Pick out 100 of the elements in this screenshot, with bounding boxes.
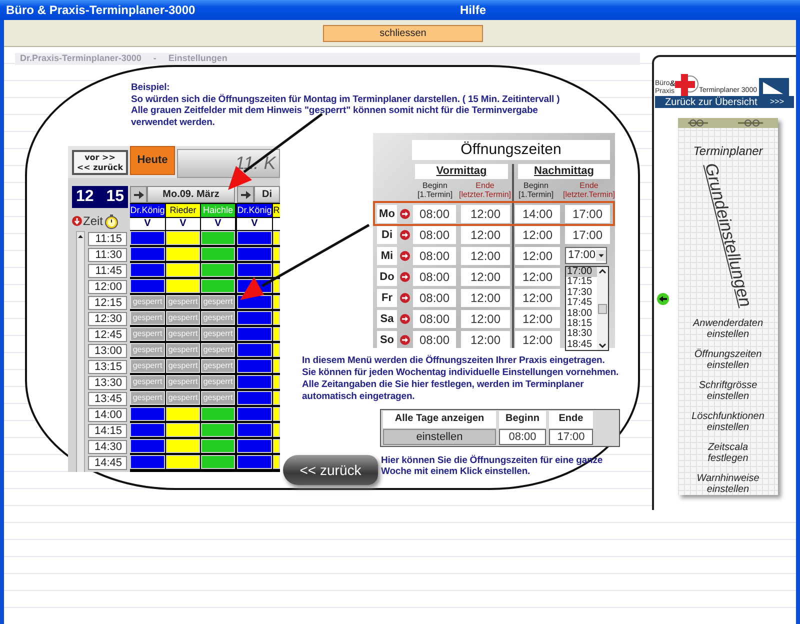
arrow-icon[interactable] bbox=[400, 292, 410, 302]
settings-link[interactable]: Anwenderdaten einstellen bbox=[692, 318, 764, 340]
time-field[interactable]: 08:00 bbox=[413, 226, 456, 244]
time-field[interactable]: 12:00 bbox=[515, 268, 560, 286]
down-arrow-icon[interactable] bbox=[72, 216, 82, 226]
time-slot[interactable] bbox=[237, 231, 272, 245]
time-cell: 13:45 bbox=[88, 392, 127, 406]
time-slot[interactable] bbox=[130, 263, 165, 277]
time-slot[interactable] bbox=[130, 439, 165, 453]
today-button[interactable]: Heute bbox=[130, 146, 175, 175]
dropdown-option[interactable]: 17:30 bbox=[566, 288, 597, 298]
time-slot[interactable] bbox=[237, 343, 272, 357]
arrow-icon[interactable] bbox=[400, 334, 410, 344]
time-slot[interactable] bbox=[130, 423, 165, 437]
time-field[interactable]: 12:00 bbox=[461, 330, 510, 348]
back-to-overview-link[interactable]: Zurück zur Übersicht >>> bbox=[655, 96, 794, 108]
time-slot[interactable] bbox=[130, 279, 165, 293]
time-field[interactable]: 08:00 bbox=[413, 268, 456, 286]
time-field[interactable]: 12:00 bbox=[461, 246, 510, 264]
time-slot[interactable] bbox=[130, 455, 165, 469]
arrow-icon[interactable] bbox=[400, 272, 410, 282]
dropdown-option[interactable]: 18:15 bbox=[566, 319, 597, 330]
time-field[interactable]: 08:00 bbox=[413, 246, 456, 264]
time-slot[interactable] bbox=[237, 311, 272, 325]
time-slot[interactable] bbox=[237, 359, 272, 373]
time-field[interactable]: 17:00 bbox=[565, 204, 610, 222]
day-header[interactable]: Mo.09. März bbox=[147, 186, 235, 203]
time-field[interactable]: 14:00 bbox=[515, 204, 560, 222]
dropdown-option[interactable]: 17:45 bbox=[566, 298, 597, 309]
time-slot[interactable] bbox=[130, 407, 165, 421]
time-slot[interactable] bbox=[237, 455, 272, 469]
settings-link[interactable]: Schriftgrösse einstellen bbox=[692, 380, 764, 402]
settings-link[interactable]: Warnhinweise einstellen bbox=[692, 473, 764, 495]
time-field[interactable]: 12:00 bbox=[515, 226, 560, 244]
scrollbar[interactable] bbox=[76, 231, 85, 472]
time-slot[interactable] bbox=[237, 423, 272, 437]
nav-button[interactable]: << zurück bbox=[74, 162, 126, 172]
arrow-icon[interactable] bbox=[400, 314, 410, 324]
scroll-down-icon[interactable] bbox=[598, 341, 607, 350]
time-field[interactable]: 08:00 bbox=[413, 204, 456, 222]
dropdown-option[interactable]: 17:00 bbox=[566, 267, 597, 278]
arrow-button[interactable] bbox=[130, 186, 147, 203]
scrollbar[interactable] bbox=[597, 267, 608, 350]
time-field[interactable]: 12:00 bbox=[515, 246, 560, 264]
dropdown-option[interactable]: 18:45 bbox=[566, 340, 597, 350]
time-slot[interactable] bbox=[237, 391, 272, 405]
time-field[interactable]: 12:00 bbox=[461, 288, 510, 306]
time-slot[interactable] bbox=[237, 375, 272, 389]
arrow-icon[interactable] bbox=[400, 250, 410, 260]
end-label: Ende bbox=[549, 411, 593, 428]
begin-field[interactable]: 08:00 bbox=[499, 428, 546, 444]
time-slot[interactable] bbox=[237, 263, 272, 277]
time-dropdown[interactable]: 17:00 bbox=[565, 247, 607, 264]
time-field[interactable]: 08:00 bbox=[413, 310, 456, 328]
time-field[interactable]: 12:00 bbox=[461, 310, 510, 328]
time-field[interactable]: 12:00 bbox=[515, 288, 560, 306]
dropdown-option[interactable]: 17:15 bbox=[566, 277, 597, 288]
scroll-thumb[interactable] bbox=[598, 304, 607, 314]
time-field[interactable]: 12:00 bbox=[515, 310, 560, 328]
nav-button[interactable]: vor >> bbox=[74, 152, 126, 162]
day-header[interactable]: Di bbox=[254, 186, 280, 203]
time-field[interactable]: 12:00 bbox=[461, 226, 510, 244]
time-slot[interactable] bbox=[130, 231, 165, 245]
close-button[interactable]: schliessen bbox=[323, 24, 483, 42]
clock-display: 12 15 bbox=[72, 186, 128, 208]
arrow-icon[interactable] bbox=[400, 208, 410, 218]
time-slot[interactable] bbox=[237, 327, 272, 341]
time-slot[interactable] bbox=[273, 279, 280, 293]
settings-link[interactable]: Öffnungszeiten einstellen bbox=[692, 349, 764, 371]
time-cell: 14:30 bbox=[88, 440, 127, 454]
set-button[interactable]: einstellen bbox=[383, 428, 496, 444]
time-field[interactable]: 12:00 bbox=[515, 330, 560, 348]
time-field[interactable]: 17:00 bbox=[565, 226, 610, 244]
back-button[interactable]: << zurück bbox=[283, 455, 378, 485]
arrow-icon[interactable] bbox=[400, 230, 410, 240]
time-cell: 13:30 bbox=[88, 376, 127, 390]
time-slot[interactable] bbox=[273, 263, 280, 277]
time-slot[interactable] bbox=[237, 439, 272, 453]
settings-link[interactable]: Löschfunktionen einstellen bbox=[692, 411, 764, 433]
column-label: Ende [letzter.Termin] bbox=[563, 181, 615, 199]
time-field[interactable]: 08:00 bbox=[413, 330, 456, 348]
right-arrow-icon[interactable] bbox=[134, 190, 144, 198]
time-slot[interactable] bbox=[130, 247, 165, 261]
scroll-up-icon[interactable] bbox=[598, 267, 607, 276]
time-field[interactable]: 08:00 bbox=[413, 288, 456, 306]
dropdown-option[interactable]: 18:30 bbox=[566, 329, 597, 340]
arrow-button[interactable] bbox=[237, 186, 254, 203]
dropdown-list[interactable]: 17:00 17:15 17:30 17:45 18:00 18:15 18:30 18:45 bbox=[565, 266, 609, 351]
time-slot[interactable] bbox=[237, 247, 272, 261]
right-arrow-icon[interactable] bbox=[240, 190, 250, 198]
time-field[interactable]: 12:00 bbox=[461, 268, 510, 286]
dropdown-caret-icon[interactable] bbox=[596, 249, 606, 262]
time-slot[interactable] bbox=[237, 407, 272, 421]
time-field[interactable]: 12:00 bbox=[461, 204, 510, 222]
dropdown-option[interactable]: 18:00 bbox=[566, 308, 597, 320]
day-label: Mi bbox=[377, 246, 397, 264]
back-arrow-icon[interactable] bbox=[657, 293, 669, 305]
end-field[interactable]: 17:00 bbox=[549, 428, 593, 444]
settings-link[interactable]: Zeitscala festlegen bbox=[692, 442, 764, 464]
selected-row[interactable]: Mo 08:00 12:00 14:00 17:00 bbox=[375, 203, 613, 224]
